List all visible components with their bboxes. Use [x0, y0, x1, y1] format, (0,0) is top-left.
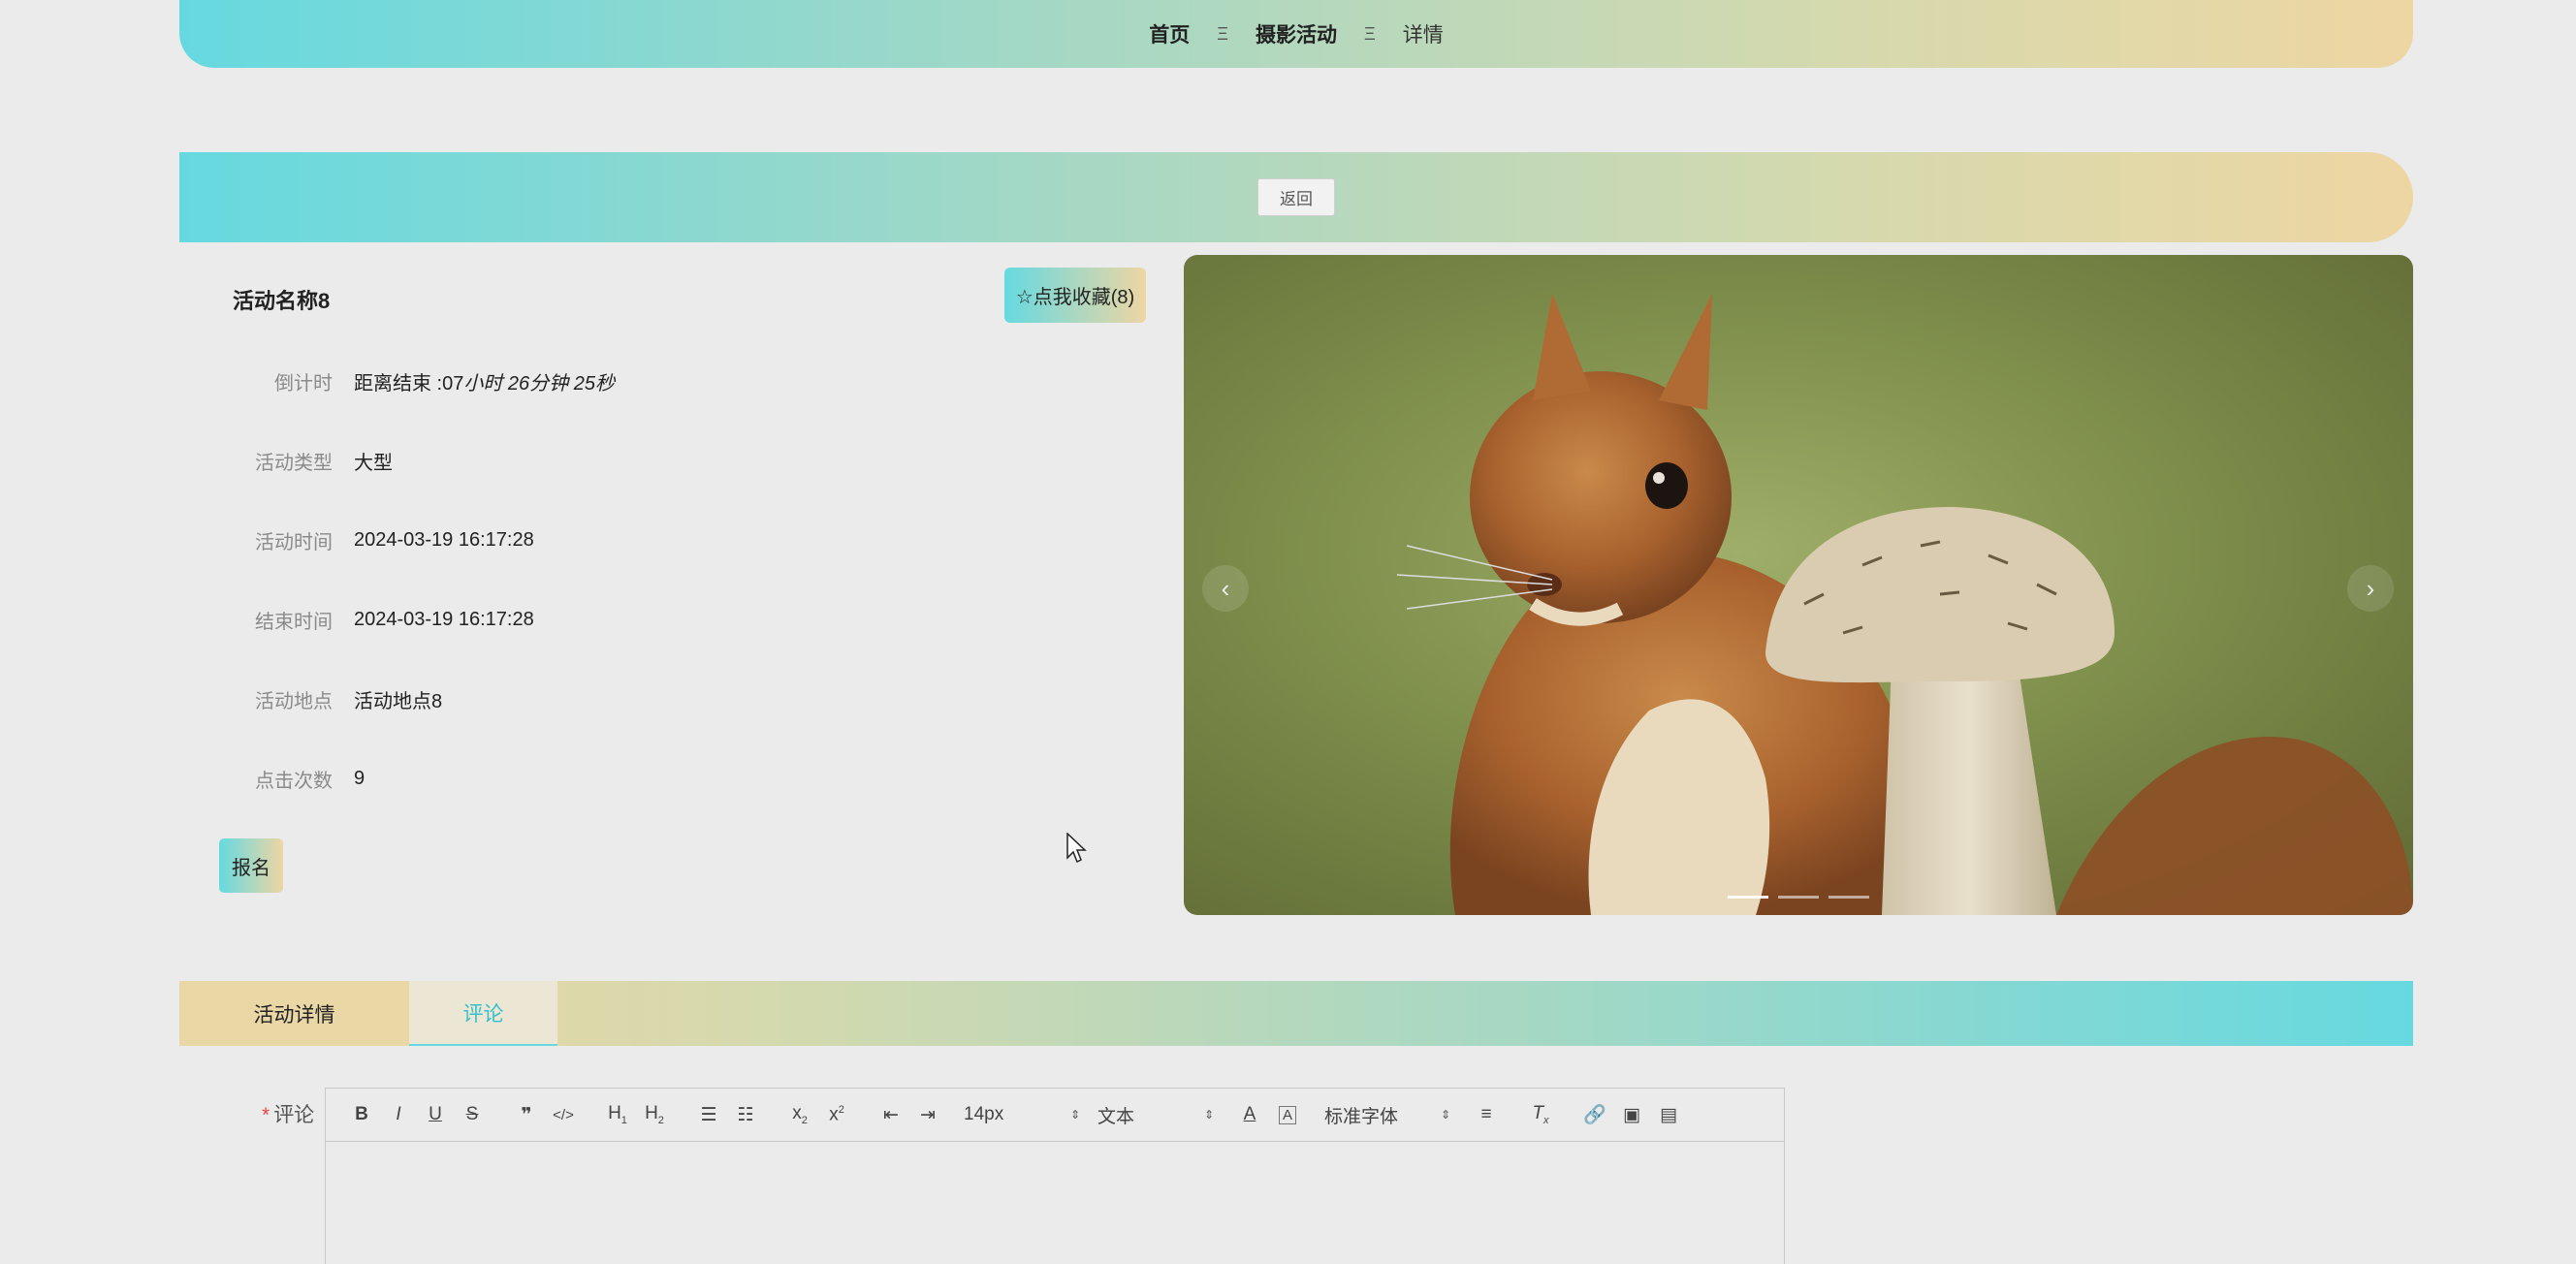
countdown-prefix: 距离结束 :07 [354, 372, 464, 395]
font-size-select[interactable]: 14px ⇕ [964, 1104, 1080, 1125]
select-arrows-icon: ⇕ [1203, 1108, 1214, 1122]
carousel-dot[interactable] [1829, 896, 1869, 899]
breadcrumb-bar: 首页 Ξ 摄影活动 Ξ 详情 [179, 0, 2413, 68]
field-value: 9 [354, 767, 366, 789]
field-activity-time: 活动时间 2024-03-19 16:17:28 [179, 525, 534, 554]
back-bar: 返回 [179, 152, 2413, 242]
carousel-dot[interactable] [1728, 896, 1768, 899]
indent-icon[interactable]: ⇥ [909, 1104, 946, 1126]
field-label: 活动时间 [255, 531, 333, 553]
countdown-remaining: 小时 26分钟 25秒 [463, 372, 615, 395]
superscript-icon[interactable]: x2 [818, 1104, 855, 1125]
clear-format-icon[interactable]: Tx [1522, 1103, 1559, 1126]
image-carousel[interactable]: ‹ › [1184, 255, 2413, 915]
field-countdown: 倒计时 距离结束 :07小时 26分钟 25秒 [179, 366, 615, 395]
comment-input-area[interactable] [326, 1142, 1784, 1264]
bullet-list-icon[interactable]: ☷ [727, 1104, 764, 1126]
breadcrumb-separator: Ξ [1217, 23, 1228, 44]
video-icon[interactable]: ▤ [1650, 1104, 1687, 1126]
outdent-icon[interactable]: ⇤ [873, 1104, 909, 1126]
carousel-prev-button[interactable]: ‹ [1202, 565, 1249, 612]
field-value: 2024-03-19 16:17:28 [354, 528, 534, 551]
content-tabs: 活动详情 评论 [179, 981, 2413, 1046]
favorite-button[interactable]: ☆点我收藏(8) [1004, 268, 1146, 323]
field-label: 结束时间 [255, 611, 333, 633]
field-label: 倒计时 [274, 372, 333, 395]
breadcrumb-detail: 详情 [1402, 24, 1444, 47]
code-block-icon[interactable]: </> [545, 1107, 582, 1123]
field-value: 活动地点8 [354, 690, 443, 712]
paragraph-value: 文本 [1097, 1106, 1135, 1127]
activity-info-panel: 活动名称8 ☆点我收藏(8) 倒计时 距离结束 :07小时 26分钟 25秒 活… [179, 255, 1184, 963]
carousel-dot[interactable] [1778, 896, 1819, 899]
comment-label-text: 评论 [273, 1104, 315, 1126]
font-size-value: 14px [964, 1104, 1004, 1124]
required-mark: * [262, 1104, 270, 1126]
editor-toolbar: B I U S ❞ </> H1 H2 ☰ ☷ x2 x2 ⇤ ⇥ 14px ⇕… [326, 1089, 1784, 1142]
carousel-indicators [1728, 896, 1869, 899]
image-icon[interactable]: ▣ [1613, 1104, 1650, 1126]
field-label: 点击次数 [255, 770, 333, 792]
field-value: 大型 [354, 452, 393, 474]
field-value: 2024-03-19 16:17:28 [354, 608, 534, 630]
signup-button[interactable]: 报名 [219, 838, 283, 893]
activity-title: 活动名称8 [233, 289, 331, 313]
field-location: 活动地点 活动地点8 [179, 684, 442, 713]
tabs-fill [557, 981, 2413, 1046]
font-family-value: 标准字体 [1324, 1106, 1399, 1127]
field-end-time: 结束时间 2024-03-19 16:17:28 [179, 605, 534, 634]
countdown-value: 距离结束 :07小时 26分钟 25秒 [354, 367, 615, 395]
select-arrows-icon: ⇕ [1069, 1108, 1080, 1122]
comment-editor: B I U S ❞ </> H1 H2 ☰ ☷ x2 x2 ⇤ ⇥ 14px ⇕… [325, 1088, 1785, 1264]
back-button[interactable]: 返回 [1257, 178, 1335, 216]
field-label: 活动类型 [255, 452, 333, 474]
strikethrough-icon[interactable]: S [454, 1104, 491, 1125]
field-label: 活动地点 [255, 690, 333, 712]
comment-label: * 评论 [262, 1099, 314, 1128]
align-icon[interactable]: ≡ [1468, 1104, 1505, 1125]
mouse-cursor-icon [1066, 833, 1087, 864]
bold-icon[interactable]: B [343, 1104, 380, 1125]
breadcrumb-separator: Ξ [1364, 23, 1376, 44]
field-click-count: 点击次数 9 [179, 764, 365, 793]
link-icon[interactable]: 🔗 [1576, 1103, 1613, 1126]
tab-activity-detail[interactable]: 活动详情 [179, 981, 409, 1046]
ordered-list-icon[interactable]: ☰ [690, 1104, 727, 1126]
field-activity-type: 活动类型 大型 [179, 446, 393, 475]
tab-comment[interactable]: 评论 [409, 981, 557, 1046]
underline-icon[interactable]: U [417, 1104, 454, 1125]
blockquote-icon[interactable]: ❞ [508, 1104, 545, 1126]
paragraph-select[interactable]: 文本 ⇕ [1097, 1102, 1214, 1128]
font-family-select[interactable]: 标准字体 ⇕ [1324, 1102, 1450, 1128]
breadcrumb-photo-activity[interactable]: 摄影活动 [1242, 19, 1351, 48]
breadcrumb-home[interactable]: 首页 [1135, 19, 1203, 48]
carousel-next-button[interactable]: › [2347, 565, 2394, 612]
squirrel-photo [1396, 294, 2413, 915]
italic-icon[interactable]: I [380, 1104, 417, 1125]
header1-icon[interactable]: H1 [599, 1103, 636, 1126]
background-color-icon[interactable]: A [1279, 1105, 1296, 1124]
header2-icon[interactable]: H2 [636, 1103, 673, 1126]
select-arrows-icon: ⇕ [1440, 1108, 1450, 1122]
font-color-icon[interactable]: A [1231, 1104, 1268, 1125]
subscript-icon[interactable]: x2 [781, 1103, 818, 1126]
